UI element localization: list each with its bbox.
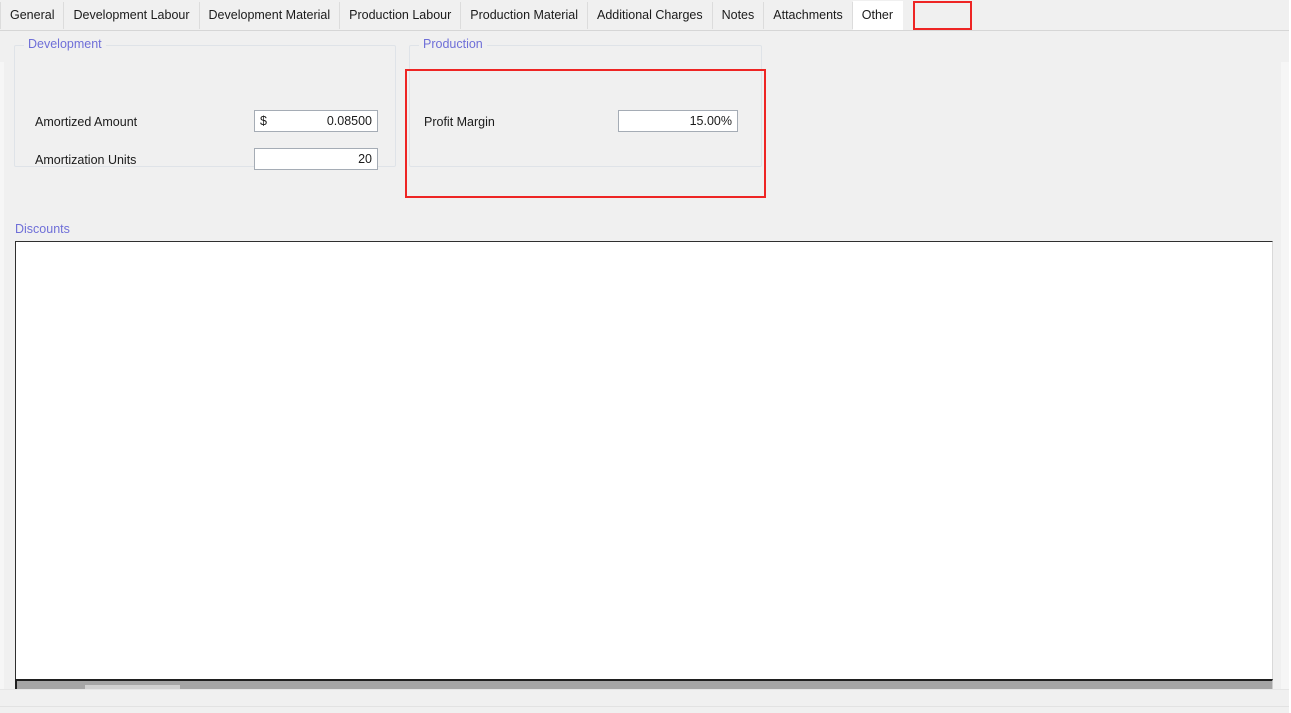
input-amortized-amount[interactable]: $ 0.08500 — [254, 110, 378, 132]
tab-notes[interactable]: Notes — [712, 2, 765, 29]
input-amortized-amount-value: 0.08500 — [326, 114, 372, 128]
tab-production-material[interactable]: Production Material — [461, 2, 588, 29]
input-amortization-units-value: 20 — [358, 152, 372, 166]
label-profit-margin: Profit Margin — [424, 115, 495, 129]
tab-general[interactable]: General — [0, 2, 65, 29]
tab-additional-charges[interactable]: Additional Charges — [587, 2, 713, 29]
label-amortization-units: Amortization Units — [35, 153, 137, 167]
group-production-title: Production — [419, 37, 487, 51]
window-frame-bottom — [0, 689, 1291, 713]
tab-attachments[interactable]: Attachments — [764, 2, 853, 29]
tab-development-labour[interactable]: Development Labour — [64, 2, 200, 29]
tab-page-other: Development Amortized Amount $ 0.08500 A… — [0, 31, 1291, 713]
group-development-title: Development — [24, 37, 106, 51]
discounts-grid[interactable] — [16, 242, 1272, 713]
tab-production-labour[interactable]: Production Labour — [340, 2, 462, 29]
discounts-grid-panel — [15, 241, 1273, 713]
input-profit-margin-value: 15.00% — [689, 114, 732, 128]
group-production: Production — [409, 37, 762, 167]
input-amortization-units[interactable]: 20 — [254, 148, 378, 170]
discounts-section-title: Discounts — [15, 222, 70, 236]
tab-bar: General Development Labour Development M… — [0, 0, 1291, 31]
input-profit-margin[interactable]: 15.00% — [618, 110, 738, 132]
window-frame-bottom-line — [0, 706, 1291, 707]
tab-other[interactable]: Other — [852, 1, 904, 30]
application-window: General Development Labour Development M… — [0, 0, 1291, 713]
tab-development-material[interactable]: Development Material — [199, 2, 341, 29]
currency-symbol: $ — [260, 114, 267, 128]
label-amortized-amount: Amortized Amount — [35, 115, 138, 129]
window-frame-left — [0, 62, 4, 713]
